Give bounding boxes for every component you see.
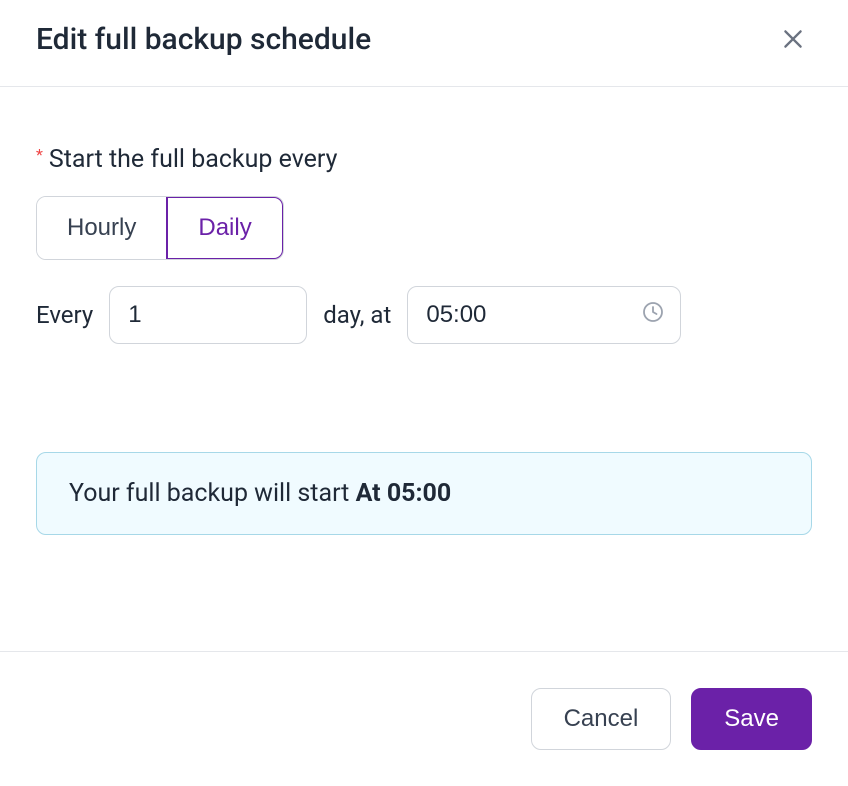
save-button[interactable]: Save (691, 688, 812, 750)
modal-header: Edit full backup schedule (0, 0, 848, 87)
required-indicator: * (36, 147, 43, 163)
summary-time: At 05:00 (356, 479, 452, 508)
unit-label: day, at (323, 301, 391, 329)
interval-count-input[interactable] (109, 286, 307, 344)
summary-prefix: Your full backup will start (69, 479, 356, 508)
frequency-label-text: Start the full backup every (49, 145, 338, 174)
time-input[interactable] (407, 286, 681, 344)
schedule-summary-alert: Your full backup will start At 05:00 (36, 452, 812, 535)
time-input-wrapper (407, 286, 681, 344)
frequency-segmented-control: Hourly Daily (36, 196, 284, 260)
cancel-button[interactable]: Cancel (531, 688, 672, 750)
frequency-option-daily[interactable]: Daily (166, 196, 283, 260)
frequency-label: * Start the full backup every (36, 145, 812, 174)
close-button[interactable] (774, 20, 812, 58)
modal-title: Edit full backup schedule (36, 22, 371, 57)
frequency-field: * Start the full backup every Hourly Dai… (36, 145, 812, 344)
close-icon (780, 26, 806, 52)
frequency-option-hourly[interactable]: Hourly (37, 197, 167, 259)
edit-backup-schedule-modal: Edit full backup schedule * Start the fu… (0, 0, 848, 786)
modal-footer: Cancel Save (0, 651, 848, 786)
interval-row: Every day, at (36, 286, 812, 344)
modal-body: * Start the full backup every Hourly Dai… (0, 87, 848, 651)
every-label: Every (36, 301, 93, 329)
